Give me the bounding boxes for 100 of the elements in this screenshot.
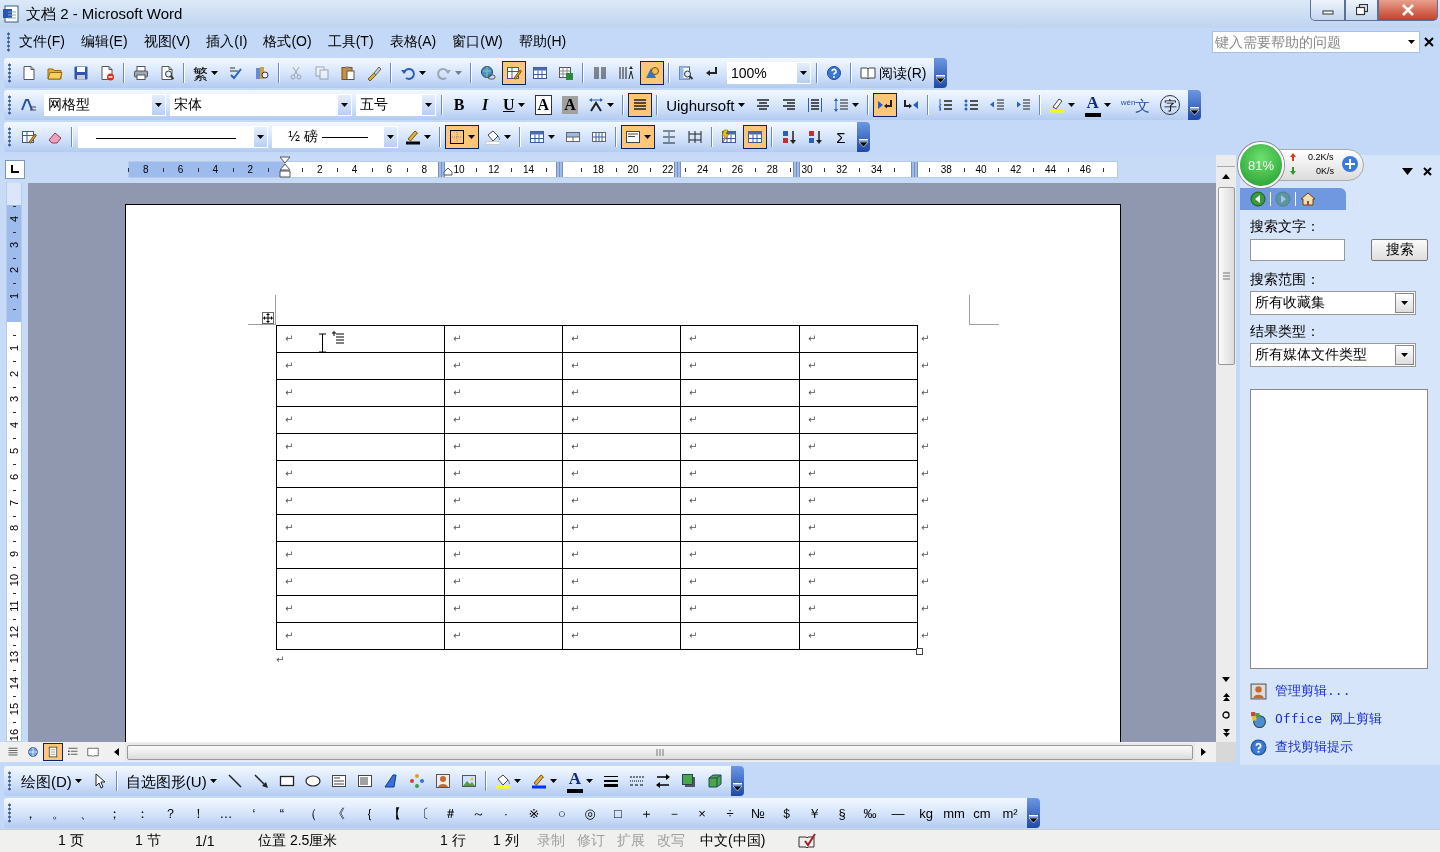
symbol-button[interactable]: ～ <box>465 801 491 825</box>
ruler-number: 8 <box>143 162 149 177</box>
symbol-button[interactable]: ， <box>17 801 43 825</box>
status-item: 1/1 <box>195 833 216 849</box>
combo-box[interactable]: 100% <box>727 62 811 84</box>
symbol-button[interactable]: □ <box>605 801 631 825</box>
symbol-button[interactable]: 【 <box>381 801 407 825</box>
symbol-button[interactable]: ＄ <box>773 801 799 825</box>
end-of-row-mark: ↵ <box>920 413 930 427</box>
end-of-row-mark: ↵ <box>920 548 930 562</box>
dropdown[interactable]: 所有收藏集 <box>1250 291 1416 315</box>
symbol-button[interactable]: kg <box>913 801 939 825</box>
end-of-cell-mark: ↵ <box>681 353 799 379</box>
symbol-button[interactable]: m² <box>997 801 1023 825</box>
end-of-cell-mark: ↵ <box>563 434 680 460</box>
symbol-button[interactable]: × <box>689 801 715 825</box>
symbol-button[interactable]: 〔 <box>409 801 435 825</box>
symbol-button[interactable]: ？ <box>157 801 183 825</box>
symbol-button[interactable]: ‘ <box>241 801 267 825</box>
menu-item[interactable]: 窗口(W) <box>452 31 503 53</box>
symbol-button[interactable]: － <box>661 801 687 825</box>
symbol-button[interactable]: 《 <box>325 801 351 825</box>
symbol-button[interactable]: § <box>829 801 855 825</box>
symbol-button[interactable]: ： <box>129 801 155 825</box>
end-of-cell-mark: ↵ <box>445 353 562 379</box>
end-of-cell-mark: ↵ <box>681 434 799 460</box>
menu-item[interactable]: 格式(O) <box>263 31 312 53</box>
symbol-button[interactable]: “ <box>269 801 295 825</box>
ruler-number: 11 <box>7 599 21 613</box>
combo-box[interactable]: 宋体 <box>170 94 352 116</box>
font-color-button[interactable]: A <box>1080 93 1115 117</box>
end-of-cell-mark: ↵ <box>445 326 562 352</box>
ruler-number: 3 <box>7 395 21 405</box>
link[interactable]: Office 网上剪辑 <box>1275 710 1382 728</box>
help-search-field[interactable]: 键入需要帮助的问题 <box>1212 31 1420 53</box>
end-of-cell-mark: ↵ <box>445 380 562 406</box>
menu-button[interactable]: Uighursoft <box>662 93 749 117</box>
status-item: 改写 <box>657 832 686 850</box>
symbol-button[interactable]: 、 <box>73 801 99 825</box>
menu-item[interactable]: 文件(F) <box>19 31 65 53</box>
toolbar-button[interactable]: Σ <box>829 125 853 149</box>
search-button[interactable]: 搜索 <box>1371 239 1428 261</box>
link[interactable]: 查找剪辑提示 <box>1275 738 1353 756</box>
ruler-number: 1 <box>7 292 21 302</box>
status-item: 1 列 <box>493 832 520 850</box>
symbol-button[interactable]: — <box>885 801 911 825</box>
menu-button[interactable]: 绘图(D) <box>17 769 86 793</box>
symbol-button[interactable]: ○ <box>549 801 575 825</box>
italic-button[interactable]: I <box>473 93 497 117</box>
ruler-number: 6 <box>7 472 21 482</box>
end-of-cell-mark: ↵ <box>681 380 799 406</box>
menu-item[interactable]: 工具(T) <box>327 31 374 53</box>
dropdown[interactable]: 所有媒体文件类型 <box>1250 343 1416 367</box>
symbol-button[interactable]: （ <box>297 801 323 825</box>
symbol-button[interactable]: mm <box>941 801 967 825</box>
ruler-number: 18 <box>592 162 604 177</box>
symbol-button[interactable]: ； <box>101 801 127 825</box>
end-of-cell-mark: ↵ <box>681 515 799 541</box>
ruler-number: 26 <box>731 162 743 177</box>
symbol-button[interactable]: · <box>493 801 519 825</box>
end-of-cell-mark: ↵ <box>800 569 917 595</box>
symbol-button[interactable]: ｛ <box>353 801 379 825</box>
symbol-button[interactable]: cm <box>969 801 995 825</box>
phonetic-guide-button[interactable]: $^{wén}$文 <box>1116 93 1155 117</box>
symbol-button[interactable]: ￥ <box>801 801 827 825</box>
symbol-button[interactable]: ‰ <box>857 801 883 825</box>
end-of-row-mark: ↵ <box>920 332 930 346</box>
symbol-button[interactable]: ◎ <box>577 801 603 825</box>
combo-box[interactable]: 网格型 <box>44 94 166 116</box>
symbol-button[interactable]: ※ <box>521 801 547 825</box>
symbol-button[interactable]: ＃ <box>437 801 463 825</box>
download-speed: 0K/s <box>1316 166 1334 176</box>
symbol-button[interactable]: 。 <box>45 801 71 825</box>
menu-item[interactable]: 表格(A) <box>389 31 437 53</box>
combo-box[interactable]: ½ 磅 <box>272 126 398 148</box>
menu-item[interactable]: 插入(I) <box>206 31 248 53</box>
reading-button[interactable]: 阅读(R) <box>856 61 931 85</box>
ruler-number: 14 <box>7 676 21 691</box>
symbol-button[interactable]: ÷ <box>717 801 743 825</box>
menu-item[interactable]: 编辑(E) <box>80 31 128 53</box>
menu-item[interactable]: 帮助(H) <box>518 31 567 53</box>
end-of-cell-mark: ↵ <box>800 407 917 433</box>
ruler-number: 4 <box>212 162 219 177</box>
ruler-number: 32 <box>836 162 848 177</box>
symbol-button[interactable]: ＋ <box>633 801 659 825</box>
font-color-button[interactable]: A <box>562 769 597 793</box>
ruler-number: 2 <box>317 162 323 177</box>
combo-box[interactable]: 五号 <box>356 94 436 116</box>
symbol-button[interactable]: № <box>745 801 771 825</box>
bold-button[interactable]: B <box>447 93 471 117</box>
link[interactable]: 管理剪辑... <box>1275 682 1351 700</box>
character-shading-button[interactable]: A <box>558 93 583 117</box>
symbol-button[interactable]: ！ <box>185 801 211 825</box>
symbol-button[interactable]: … <box>213 801 239 825</box>
menu-button[interactable]: 自选图形(U) <box>121 769 221 793</box>
end-of-row-mark: ↵ <box>920 602 930 616</box>
underline-button[interactable]: U <box>499 93 529 117</box>
menu-button[interactable]: 繁 <box>189 61 222 85</box>
end-of-cell-mark: ↵ <box>800 461 917 487</box>
menu-item[interactable]: 视图(V) <box>143 31 191 53</box>
